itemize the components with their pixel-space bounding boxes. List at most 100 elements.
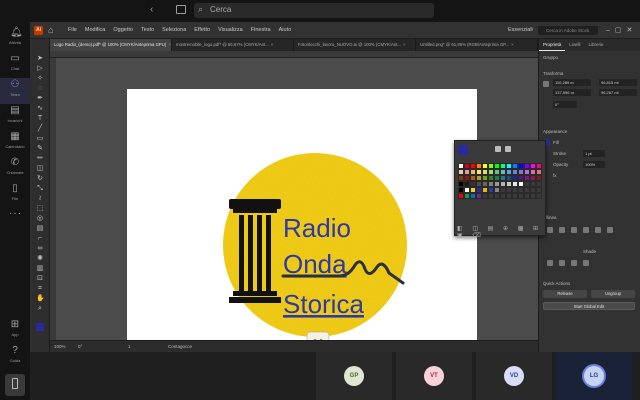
eyedropper-icon[interactable]: ⌐ [36,235,44,243]
rectangle-tool-icon[interactable]: ▭ [36,135,44,143]
color-mode-icon[interactable] [495,146,501,152]
align-bottom-icon[interactable] [607,227,613,233]
artboard[interactable]: Radio Onda Storica M [127,89,477,378]
align-center-icon[interactable] [559,227,565,233]
document-tab-1[interactable]: Logo Radio_(demo).pdf* @ 100% (CMYK/Ante… [50,39,172,51]
artboard-number[interactable]: 1 [128,344,131,349]
scale-icon[interactable]: ⤡ [36,185,44,193]
pathfinder-minus-icon[interactable] [559,260,565,266]
graph-tool-icon[interactable]: ▥ [36,265,44,273]
h-field[interactable]: 96,267 mi [599,89,637,96]
rail-item-team[interactable]: ⚇ Team [0,78,30,104]
menu-testo[interactable]: Testo [141,27,154,33]
opacity-field[interactable]: 100% [583,161,605,168]
rail-item-help[interactable]: ? Guida [0,344,30,370]
hand-tool-icon[interactable]: ✋ [36,295,45,303]
w-field[interactable]: 96,815 mi [599,79,637,86]
paintbrush-icon[interactable]: ✎ [36,145,44,153]
close-icon[interactable]: × [168,42,171,47]
angle-field[interactable]: 0° [553,101,577,108]
rail-item-phone[interactable]: ✆ Chiamate [0,156,30,182]
menu-finestra[interactable]: Finestra [251,27,271,33]
rail-item-bell[interactable]: 🔔︎ Attività [0,26,30,52]
align-top-icon[interactable] [583,227,589,233]
close-icon[interactable]: × [511,42,514,47]
x-field[interactable]: 110,289 m [553,79,591,86]
menu-seleziona[interactable]: Seleziona [162,27,186,33]
menu-file[interactable]: File [68,27,77,33]
zoom-tool-icon[interactable]: ⌕ [36,305,44,313]
close-icon[interactable]: × [271,42,274,47]
rail-item-calendar[interactable]: ▦ Calendario [0,130,30,156]
pathfinder-exclude-icon[interactable] [583,260,589,266]
rail-item-apps[interactable]: ⊞ App [0,318,30,344]
participant-tile[interactable]: GP [316,352,392,400]
home-icon[interactable]: ⌂ [48,26,57,35]
participant-tile[interactable]: VT [396,352,472,400]
align-right-icon[interactable] [571,227,577,233]
selection-tool-icon[interactable]: ➤ [36,55,44,63]
align-middle-icon[interactable] [595,227,601,233]
magic-wand-icon[interactable]: ✧ [36,75,44,83]
stroke-weight-field[interactable]: 1 pt [583,150,605,157]
rail-item-file[interactable]: ▯ File [0,182,30,208]
gradient-icon[interactable]: ▤ [36,225,44,233]
reference-point-icon[interactable] [543,81,549,87]
pathfinder-intersect-icon[interactable] [571,260,577,266]
horizontal-ruler[interactable] [50,51,538,58]
lasso-icon[interactable]: ◌ [36,85,44,93]
back-arrow-icon[interactable]: ‹ [150,4,153,15]
props-tab-1[interactable]: Proprietà [539,39,566,51]
device-settings-button[interactable] [5,374,25,396]
line-tool-icon[interactable]: ╱ [36,125,44,133]
rotation-angle[interactable]: 0° [78,344,82,349]
swatches-footer-icons[interactable]: ◧ ◫ ▤ ⊕ ▦ ⊞ ▣ ⌫ [457,225,545,239]
ungroup-button[interactable]: Ungroup [591,290,635,298]
current-fill-swatch[interactable] [458,145,468,155]
color-picker-icon[interactable] [505,146,511,152]
rail-item-chat[interactable]: ▭ Chat [0,52,30,78]
menu-aiuto[interactable]: Aiuto [279,27,292,33]
curvature-icon[interactable]: ∿ [36,105,44,113]
rail-item-assignments[interactable]: ▤ Incarichi [0,104,30,130]
blend-icon[interactable]: ∞ [36,245,44,253]
stock-search-input[interactable]: Cerca in Adobe Stock [538,26,598,35]
document-tab-2[interactable]: mostremobile_logo.pdf* @ 66,67% (CMYK/An… [172,39,294,51]
free-transform-icon[interactable]: ⬚ [36,205,44,213]
share-screen-icon[interactable] [176,5,186,14]
slice-icon[interactable]: ⌗ [36,285,44,293]
pathfinder-unite-icon[interactable] [547,260,553,266]
start-global-edit-button[interactable]: Start Global Edit [543,302,635,310]
more-apps-icon[interactable]: ··· [9,208,22,219]
y-field[interactable]: 137,996 m [553,89,591,96]
participant-tile[interactable]: VD [476,352,552,400]
eraser-icon[interactable]: ◫ [36,165,44,173]
document-tab-3[interactable]: Fotoritocchi_lavoro_NUOVO.ai @ 100% (CMY… [294,39,416,51]
fx-label[interactable]: fx [553,173,557,178]
width-tool-icon[interactable]: ≀ [36,195,44,203]
rotate-icon[interactable]: ↻ [36,175,44,183]
pen-tool-icon[interactable]: ✒ [36,95,44,103]
pencil-icon[interactable]: ✏ [36,155,44,163]
menu-modifica[interactable]: Modifica [85,27,105,33]
direct-selection-icon[interactable]: ▷ [36,65,44,73]
stroke-label[interactable]: Stroke [553,151,566,156]
workspace-switcher[interactable]: Essenziali [508,27,533,33]
window-controls[interactable]: –▢✕ [606,26,637,34]
swatch[interactable] [536,193,542,199]
artboard-tool-icon[interactable]: ⊡ [36,275,44,283]
opacity-label[interactable]: Opacity [553,162,568,167]
menu-effetto[interactable]: Effetto [194,27,210,33]
close-icon[interactable]: × [403,42,406,47]
symbol-sprayer-icon[interactable]: ✺ [36,255,44,263]
align-left-icon[interactable] [547,227,553,233]
release-button[interactable]: Release [543,290,587,298]
type-tool-icon[interactable]: T [36,115,44,123]
fill-stroke-icon[interactable] [36,323,44,331]
props-tab-2[interactable]: Livelli [565,39,584,51]
shape-builder-icon[interactable]: ◎ [36,215,44,223]
zoom-level[interactable]: 100% [54,344,66,349]
document-tab-4[interactable]: Untitled.png* @ 61,86% (RGB/Anteprima GP… [416,39,538,51]
teams-search-input[interactable]: ⌕ Cerca [194,3,434,18]
props-tab-3[interactable]: Librerie [585,39,608,51]
